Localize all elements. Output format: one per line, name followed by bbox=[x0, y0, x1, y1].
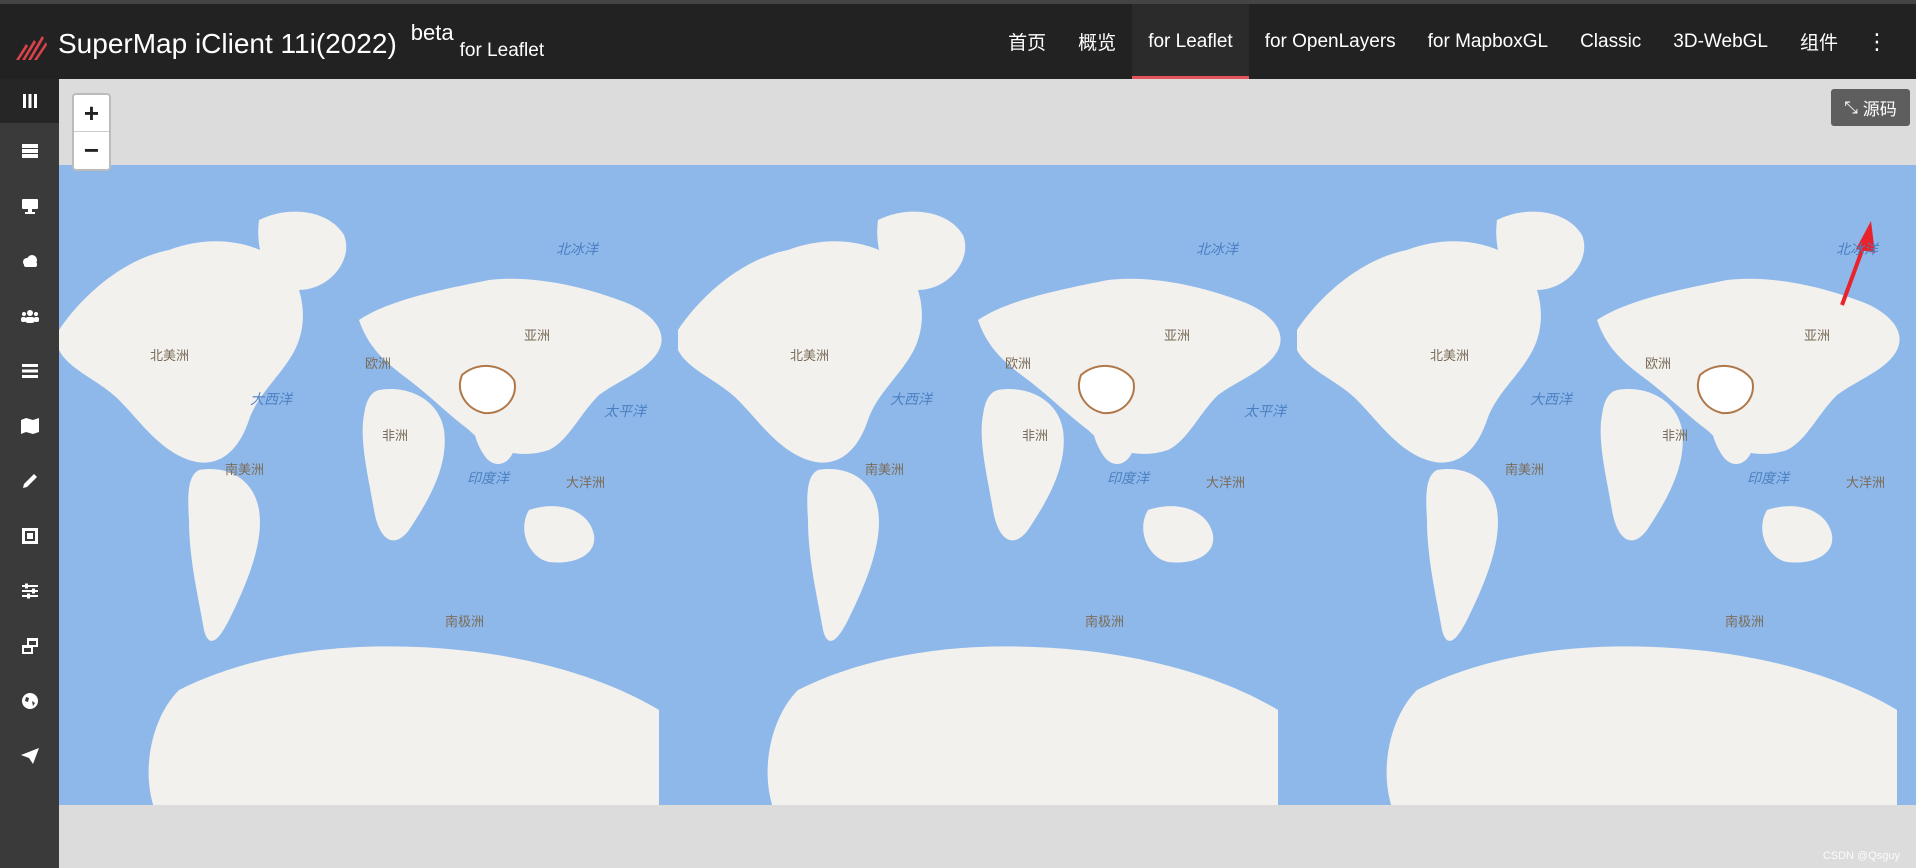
continent-oceania: 大洋洲 bbox=[566, 475, 606, 490]
app-subtitle: for Leaflet bbox=[459, 40, 545, 61]
continent-europe: 欧洲 bbox=[1645, 356, 1672, 371]
continent-north-america: 北美洲 bbox=[790, 348, 830, 363]
continent-antarctica: 南极洲 bbox=[445, 614, 485, 629]
top-navbar: SuperMap iClient 11i(2022) beta for Leaf… bbox=[0, 0, 1916, 80]
map-icon[interactable] bbox=[0, 398, 59, 453]
continent-antarctica: 南极洲 bbox=[1725, 614, 1765, 629]
nav-leaflet[interactable]: for Leaflet bbox=[1132, 4, 1249, 80]
source-code-label: 源码 bbox=[1862, 100, 1897, 119]
continent-north-america: 北美洲 bbox=[150, 348, 190, 363]
nav-openlayers[interactable]: for OpenLayers bbox=[1249, 4, 1412, 79]
continent-africa: 非洲 bbox=[382, 428, 409, 443]
zoom-out-button[interactable]: − bbox=[74, 132, 109, 169]
ocean-atlantic: 大西洋 bbox=[250, 391, 292, 407]
continent-south-america: 南美洲 bbox=[225, 462, 265, 477]
ocean-indian: 印度洋 bbox=[467, 470, 509, 486]
windows-icon[interactable] bbox=[0, 618, 59, 673]
zoom-control: + − bbox=[72, 93, 111, 171]
cloud-icon[interactable] bbox=[0, 233, 59, 288]
continent-north-america: 北美洲 bbox=[1430, 348, 1470, 363]
ocean-arctic: 北冰洋 bbox=[556, 241, 598, 257]
sliders-icon[interactable] bbox=[0, 563, 59, 618]
ocean-pacific: 太平洋 bbox=[604, 403, 646, 419]
ocean-indian: 印度洋 bbox=[1747, 470, 1789, 486]
watermark: CSDN @Qsguy bbox=[1822, 850, 1900, 862]
users-icon[interactable] bbox=[0, 288, 59, 343]
supermap-logo-icon bbox=[16, 36, 47, 60]
nav-home[interactable]: 首页 bbox=[992, 4, 1062, 79]
continent-europe: 欧洲 bbox=[1005, 356, 1032, 371]
continent-asia: 亚洲 bbox=[524, 328, 551, 343]
app-title: SuperMap iClient 11i(2022) bbox=[58, 28, 397, 59]
ocean-pacific: 太平洋 bbox=[1244, 403, 1286, 419]
beta-label: beta bbox=[410, 20, 454, 45]
desktop-icon[interactable] bbox=[0, 178, 59, 233]
continent-antarctica: 南极洲 bbox=[1085, 614, 1125, 629]
compress-icon: ⤡ bbox=[1844, 97, 1858, 117]
nav-mapboxgl[interactable]: for MapboxGL bbox=[1412, 4, 1564, 79]
main-nav: 首页 概览 for Leaflet for OpenLayers for Map… bbox=[992, 4, 1896, 80]
world-map-tiles bbox=[59, 211, 1900, 805]
pencil-icon[interactable] bbox=[0, 453, 59, 508]
server-icon[interactable] bbox=[0, 123, 59, 178]
source-code-button[interactable]: ⤡ 源码 bbox=[1831, 89, 1910, 126]
nav-overview[interactable]: 概览 bbox=[1062, 4, 1132, 79]
continent-africa: 非洲 bbox=[1022, 428, 1049, 443]
columns-icon[interactable] bbox=[0, 79, 59, 123]
continent-oceania: 大洋洲 bbox=[1846, 475, 1886, 490]
nav-classic[interactable]: Classic bbox=[1564, 4, 1657, 79]
continent-asia: 亚洲 bbox=[1164, 328, 1191, 343]
crop-icon[interactable] bbox=[0, 508, 59, 563]
map-view[interactable]: 北美洲 欧洲 亚洲 非洲 南美洲 大洋洲 南极洲 大西洋 太平洋 印度洋 北冰洋… bbox=[59, 165, 1916, 805]
ocean-indian: 印度洋 bbox=[1107, 470, 1149, 486]
sidebar bbox=[0, 79, 59, 868]
continent-asia: 亚洲 bbox=[1804, 328, 1831, 343]
brand[interactable]: SuperMap iClient 11i(2022) beta for Leaf… bbox=[14, 20, 545, 64]
send-icon[interactable] bbox=[0, 728, 59, 783]
nav-components[interactable]: 组件 bbox=[1784, 4, 1854, 79]
continent-africa: 非洲 bbox=[1662, 428, 1689, 443]
list-icon[interactable] bbox=[0, 343, 59, 398]
ocean-atlantic: 大西洋 bbox=[890, 391, 932, 407]
zoom-in-button[interactable]: + bbox=[74, 95, 109, 132]
continent-south-america: 南美洲 bbox=[865, 462, 905, 477]
ocean-atlantic: 大西洋 bbox=[1530, 391, 1572, 407]
continent-south-america: 南美洲 bbox=[1505, 462, 1545, 477]
globe-icon[interactable] bbox=[0, 673, 59, 728]
ocean-arctic: 北冰洋 bbox=[1196, 241, 1238, 257]
ocean-arctic: 北冰洋 bbox=[1836, 241, 1878, 257]
main-content: 北美洲 欧洲 亚洲 非洲 南美洲 大洋洲 南极洲 大西洋 太平洋 印度洋 北冰洋… bbox=[59, 79, 1916, 868]
more-vertical-icon[interactable]: ⋮ bbox=[1854, 4, 1896, 79]
continent-oceania: 大洋洲 bbox=[1206, 475, 1246, 490]
nav-3d-webgl[interactable]: 3D-WebGL bbox=[1657, 4, 1784, 79]
continent-europe: 欧洲 bbox=[365, 356, 392, 371]
